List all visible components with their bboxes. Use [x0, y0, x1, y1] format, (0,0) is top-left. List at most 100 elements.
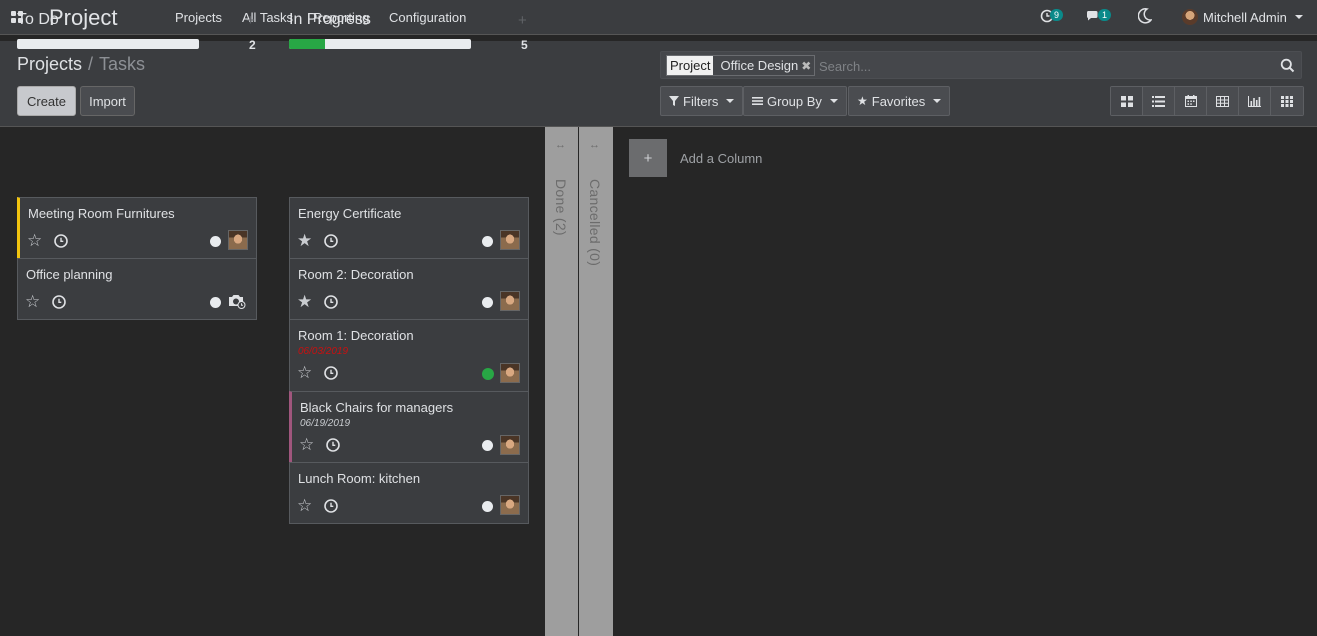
graph-view-icon[interactable]	[1239, 87, 1271, 115]
add-column-button[interactable]: +	[629, 139, 667, 177]
add-column-label[interactable]: Add a Column	[680, 151, 762, 166]
column-progress-bar[interactable]	[17, 39, 199, 49]
create-button[interactable]: Create	[17, 86, 76, 116]
search-icon[interactable]	[1280, 58, 1295, 76]
chevron-down-icon	[933, 99, 942, 103]
dark-mode-moon-icon[interactable]	[1137, 8, 1153, 27]
task-card[interactable]: Black Chairs for managers 06/19/2019 ☆	[289, 391, 529, 463]
star-filled-icon[interactable]: ★	[297, 232, 312, 249]
task-title: Black Chairs for managers	[300, 400, 454, 415]
deadline-date: 06/03/2019	[298, 346, 349, 357]
folded-column-title: Cancelled (0)	[587, 179, 603, 267]
group-by-label: Group By	[767, 93, 822, 109]
quick-create-plus-icon[interactable]: +	[246, 12, 255, 29]
activity-clock-icon[interactable]	[326, 438, 340, 455]
assignee-avatar[interactable]	[500, 230, 520, 250]
activity-clock-icon[interactable]	[324, 295, 338, 312]
expand-arrows-icon: ↔	[589, 139, 600, 151]
group-by-dropdown[interactable]: Group By	[743, 86, 847, 116]
menu-projects[interactable]: Projects	[175, 10, 222, 25]
breadcrumb-projects[interactable]: Projects	[17, 54, 82, 74]
task-card[interactable]: Lunch Room: kitchen ☆	[289, 462, 529, 524]
breadcrumb-current: Tasks	[99, 54, 146, 74]
list-view-icon[interactable]	[1143, 87, 1175, 115]
deadline-date: 06/19/2019	[300, 418, 351, 429]
filters-label: Filters	[683, 93, 719, 109]
kanban-state-dot[interactable]	[482, 236, 493, 247]
filters-dropdown[interactable]: Filters	[660, 86, 744, 116]
activity-clock-icon[interactable]	[324, 366, 338, 383]
breadcrumb: Projects / Tasks	[17, 54, 145, 75]
kanban-view-icon[interactable]	[1111, 87, 1143, 115]
column-progress-bar[interactable]	[289, 39, 471, 49]
assignee-avatar[interactable]	[500, 291, 520, 311]
assignee-avatar[interactable]	[500, 495, 520, 515]
facet-remove-icon[interactable]: ✖	[801, 59, 814, 73]
user-avatar	[1182, 9, 1198, 25]
folded-column-done[interactable]: ↔ Done (2)	[545, 127, 578, 636]
activity-clock-icon[interactable]	[324, 499, 338, 516]
column-count: 5	[521, 38, 528, 52]
kanban-state-dot[interactable]	[210, 297, 221, 308]
column-title[interactable]: To Do	[17, 11, 59, 29]
folded-column-cancelled[interactable]: ↔ Cancelled (0)	[579, 127, 613, 636]
chevron-down-icon	[829, 99, 838, 103]
task-title: Room 1: Decoration	[298, 328, 414, 343]
activity-badge: 9	[1050, 9, 1064, 21]
user-menu[interactable]: Mitchell Admin	[1182, 9, 1303, 25]
star-outline-icon[interactable]: ☆	[25, 293, 40, 310]
kanban-state-dot[interactable]	[482, 440, 493, 451]
grid-view-icon[interactable]	[1271, 87, 1303, 115]
star-icon: ★	[857, 94, 868, 108]
user-name: Mitchell Admin	[1203, 9, 1287, 25]
facet-label: Project	[667, 56, 714, 75]
column-count: 2	[249, 38, 256, 52]
task-card[interactable]: Room 2: Decoration ★	[289, 258, 529, 320]
progress-fill	[289, 39, 326, 49]
messages-badge: 1	[1098, 9, 1112, 21]
task-title: Office planning	[26, 267, 113, 282]
quick-create-plus-icon[interactable]: +	[518, 12, 527, 29]
activity-clock-icon[interactable]	[54, 234, 68, 251]
star-outline-icon[interactable]: ☆	[297, 497, 312, 514]
menu-configuration[interactable]: Configuration	[389, 10, 466, 25]
assignee-avatar[interactable]	[500, 363, 520, 383]
assignee-avatar[interactable]	[500, 435, 520, 455]
kanban-state-dot[interactable]	[210, 236, 221, 247]
kanban-state-dot[interactable]	[482, 297, 493, 308]
assignee-avatar[interactable]	[228, 230, 248, 250]
chevron-down-icon	[726, 99, 735, 103]
task-card[interactable]: Energy Certificate ★	[289, 197, 529, 259]
chevron-down-icon	[1294, 15, 1303, 19]
task-title: Meeting Room Furnitures	[28, 206, 175, 221]
star-filled-icon[interactable]: ★	[297, 293, 312, 310]
pivot-view-icon[interactable]	[1207, 87, 1239, 115]
search-bar: Project Office Design ✖	[660, 51, 1302, 79]
bars-icon	[752, 97, 763, 105]
task-card[interactable]: Office planning ☆	[17, 258, 257, 320]
column-title[interactable]: In Progress	[289, 11, 371, 29]
kanban-state-dot[interactable]	[482, 368, 494, 380]
app-title[interactable]: Project	[49, 5, 117, 31]
expand-arrows-icon: ↔	[555, 139, 566, 151]
star-outline-icon[interactable]: ☆	[297, 364, 312, 381]
task-card[interactable]: Room 1: Decoration 06/03/2019 ☆	[289, 319, 529, 392]
calendar-view-icon[interactable]	[1175, 87, 1207, 115]
search-input[interactable]	[819, 56, 1259, 76]
favorites-dropdown[interactable]: ★ Favorites	[848, 86, 951, 116]
search-facet: Project Office Design ✖	[666, 55, 816, 76]
view-switcher	[1110, 86, 1304, 116]
star-outline-icon[interactable]: ☆	[299, 436, 314, 453]
task-title: Energy Certificate	[298, 206, 402, 221]
facet-value: Office Design	[720, 58, 799, 73]
camera-icon[interactable]	[228, 293, 246, 309]
task-title: Room 2: Decoration	[298, 267, 414, 282]
task-card[interactable]: Meeting Room Furnitures ☆	[17, 197, 257, 259]
star-outline-icon[interactable]: ☆	[27, 232, 42, 249]
task-title: Lunch Room: kitchen	[298, 471, 421, 486]
kanban-state-dot[interactable]	[482, 501, 493, 512]
import-button[interactable]: Import	[80, 86, 135, 116]
control-panel: Projects / Tasks Create Import Project Off…	[0, 41, 1317, 127]
activity-clock-icon[interactable]	[52, 295, 66, 312]
activity-clock-icon[interactable]	[324, 234, 338, 251]
